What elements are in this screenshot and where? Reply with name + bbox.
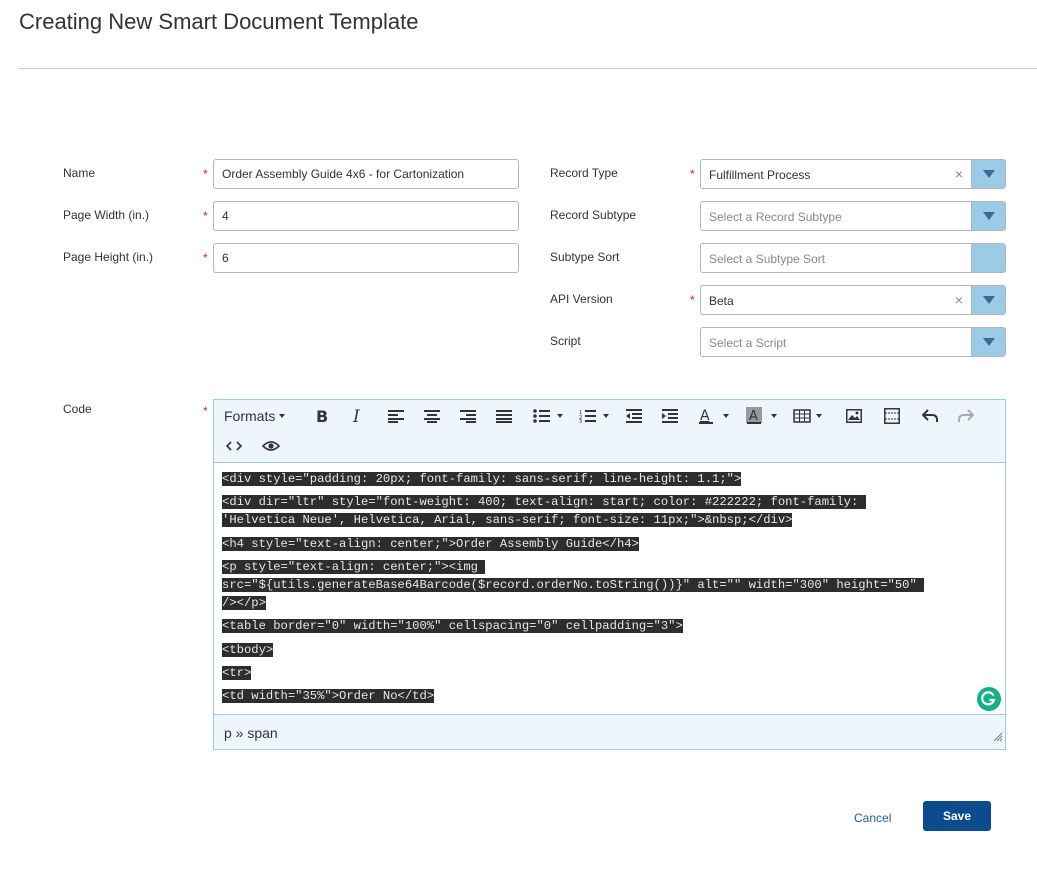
align-right-icon[interactable] (458, 404, 478, 428)
api-version-select[interactable]: Beta × (700, 285, 1006, 315)
code-line: <tr> (222, 666, 252, 680)
record-type-clear-icon[interactable]: × (955, 167, 963, 181)
script-select[interactable]: Select a Script (700, 327, 1006, 357)
page-height-required-mark: * (203, 251, 208, 265)
svg-text:I: I (352, 408, 360, 424)
element-path: p » span (224, 725, 278, 741)
api-version-required-mark: * (690, 293, 695, 307)
code-line: <h4 style="text-align: center;">Order As… (222, 537, 639, 551)
script-placeholder: Select a Script (709, 336, 787, 350)
record-type-select[interactable]: Fulfillment Process × (700, 159, 1006, 189)
chevron-down-icon[interactable] (971, 202, 1005, 230)
svg-text:A: A (749, 409, 758, 424)
image-icon[interactable] (844, 404, 864, 428)
svg-text:B: B (316, 408, 328, 424)
align-center-icon[interactable] (422, 404, 442, 428)
text-color-icon[interactable]: A (696, 404, 736, 428)
page-width-label: Page Width (in.) (63, 208, 150, 222)
page-width-input[interactable] (213, 201, 519, 231)
caret-down-icon (279, 414, 286, 418)
redo-icon[interactable] (956, 404, 976, 428)
chevron-down-icon[interactable] (971, 160, 1005, 188)
outdent-icon[interactable] (624, 404, 644, 428)
indent-icon[interactable] (660, 404, 680, 428)
record-type-value: Fulfillment Process (709, 168, 811, 182)
code-line: <div dir="ltr" style="font-weight: 400; … (222, 495, 866, 509)
name-label: Name (63, 166, 96, 180)
formats-dropdown[interactable]: Formats (224, 404, 289, 428)
svg-text:3: 3 (579, 419, 582, 423)
save-button[interactable]: Save (923, 801, 991, 831)
code-line: <table border="0" width="100%" cellspaci… (222, 619, 683, 633)
name-input[interactable] (213, 159, 519, 189)
record-subtype-select[interactable]: Select a Record Subtype (700, 201, 1006, 231)
table-icon[interactable] (792, 404, 828, 428)
source-code-icon[interactable] (224, 434, 244, 458)
svg-text:A: A (700, 408, 710, 424)
api-version-clear-icon[interactable]: × (955, 293, 963, 307)
subtype-sort-placeholder: Select a Subtype Sort (709, 252, 826, 266)
api-version-value: Beta (709, 294, 734, 308)
media-icon[interactable] (882, 404, 902, 428)
background-color-icon[interactable]: A (744, 404, 784, 428)
preview-icon[interactable] (260, 434, 282, 458)
chevron-down-icon[interactable] (971, 328, 1005, 356)
record-type-label: Record Type (550, 166, 618, 180)
bold-icon[interactable]: B (312, 404, 332, 428)
page-width-required-mark: * (203, 209, 208, 223)
code-line: src="${utils.generateBase64Barcode($reco… (222, 578, 925, 592)
code-line: <div style="padding: 20px; font-family: … (222, 472, 742, 486)
title-divider (18, 68, 1037, 69)
align-justify-icon[interactable] (494, 404, 514, 428)
code-editor[interactable]: Formats B I 123 A A <div style="padding:… (213, 399, 1006, 750)
name-required-mark: * (203, 167, 208, 181)
align-left-icon[interactable] (386, 404, 406, 428)
code-label: Code (63, 402, 92, 416)
code-line: <tbody> (222, 643, 274, 657)
subtype-sort-label: Subtype Sort (550, 250, 620, 264)
grammarly-icon[interactable] (977, 687, 1001, 711)
editor-toolbar: Formats B I 123 A A (214, 400, 1005, 463)
italic-icon[interactable]: I (348, 404, 368, 428)
resize-handle-icon[interactable] (993, 729, 1003, 747)
subtype-sort-select[interactable]: Select a Subtype Sort (700, 243, 1006, 273)
dropdown-toggle[interactable] (971, 244, 1005, 272)
script-label: Script (550, 334, 581, 348)
formats-label: Formats (224, 408, 276, 424)
numbered-list-icon[interactable]: 123 (578, 404, 614, 428)
code-required-mark: * (203, 404, 208, 418)
api-version-label: API Version (550, 292, 613, 306)
code-line: /></p> (222, 596, 266, 610)
cancel-button[interactable]: Cancel (854, 811, 891, 825)
page-height-input[interactable] (213, 243, 519, 273)
code-line: 'Helvetica Neue', Helvetica, Arial, sans… (222, 513, 793, 527)
bullet-list-icon[interactable] (532, 404, 568, 428)
undo-icon[interactable] (920, 404, 940, 428)
record-type-required-mark: * (690, 167, 695, 181)
code-line: <p style="text-align: center;"><img (222, 560, 486, 574)
code-content-area[interactable]: <div style="padding: 20px; font-family: … (214, 464, 1005, 714)
page-title: Creating New Smart Document Template (19, 9, 419, 34)
record-subtype-placeholder: Select a Record Subtype (709, 210, 842, 224)
record-subtype-label: Record Subtype (550, 208, 637, 222)
editor-statusbar: p » span (214, 714, 1005, 749)
chevron-down-icon[interactable] (971, 286, 1005, 314)
page-height-label: Page Height (in.) (63, 250, 154, 264)
code-line: <td width="35%">Order No</td> (222, 689, 435, 703)
